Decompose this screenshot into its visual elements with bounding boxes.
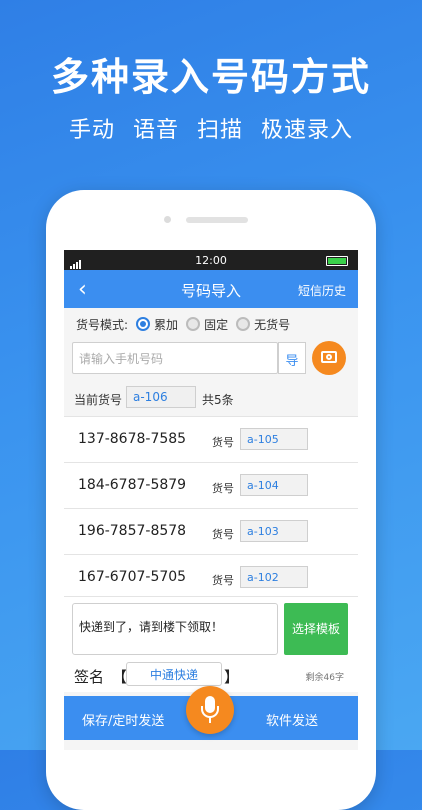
voice-input-button[interactable] [186, 686, 234, 734]
save-schedule-button[interactable]: 保存/定时发送 [82, 710, 164, 729]
list-item[interactable]: 137-8678-7585 货号 a-105 [64, 416, 358, 462]
choose-template-button[interactable]: 选择模板 [284, 603, 348, 655]
sms-history-button[interactable]: 短信历史 [298, 282, 346, 299]
list-item[interactable]: 196-7857-8578 货号 a-103 [64, 508, 358, 554]
message-textarea[interactable]: 快递到了，请到楼下领取！ [72, 603, 278, 655]
software-send-button[interactable]: 软件发送 [266, 710, 318, 729]
current-code-row: 当前货号 a-106 共5条 [74, 386, 354, 410]
phone-number: 184-6787-5879 [78, 477, 187, 493]
mode-option-accumulate[interactable]: 累加 [154, 316, 178, 333]
signature-bracket-open: 【 [112, 668, 128, 686]
mode-selector: 货号模式: 累加 固定 无货号 [76, 314, 290, 334]
list-item[interactable]: 167-6707-5705 货号 a-102 [64, 554, 358, 600]
mode-label: 货号模式: [76, 317, 129, 332]
current-code-field[interactable]: a-106 [126, 386, 196, 408]
microphone-icon-stem [209, 717, 211, 723]
mode-option-fixed[interactable]: 固定 [204, 316, 228, 333]
promo-subtitle: 手动 语音 扫描 极速录入 [69, 118, 353, 143]
code-label: 货号 [212, 574, 234, 587]
current-code-label: 当前货号 [74, 393, 123, 407]
remaining-chars: 剩余46字 [305, 673, 344, 683]
signature-label: 签名 [74, 668, 105, 686]
import-button[interactable]: 导 [278, 342, 306, 374]
app-screen: 12:00 ‹ 号码导入 短信历史 货号模式: 累加 固定 无货号 请输入手机号… [64, 250, 358, 750]
list-item[interactable]: 184-6787-5879 货号 a-104 [64, 462, 358, 508]
code-field[interactable]: a-103 [240, 520, 308, 542]
signature-field[interactable]: 中通快递 [126, 662, 222, 686]
status-bar: 12:00 [64, 250, 358, 270]
code-label: 货号 [212, 482, 234, 495]
phone-number: 196-7857-8578 [78, 523, 187, 539]
code-field[interactable]: a-102 [240, 566, 308, 588]
signature-bracket-close: 】 [224, 668, 240, 686]
radio-none[interactable] [236, 317, 251, 331]
promo-title: 多种录入号码方式 [50, 55, 371, 99]
code-field[interactable]: a-104 [240, 474, 308, 496]
nav-bar: ‹ 号码导入 短信历史 [64, 270, 358, 308]
scan-button[interactable] [312, 341, 346, 375]
phone-number: 137-8678-7585 [78, 431, 187, 447]
radio-fixed[interactable] [186, 317, 201, 331]
status-time: 12:00 [195, 254, 227, 267]
earpiece-speaker [186, 217, 248, 223]
code-field[interactable]: a-105 [240, 428, 308, 450]
compose-area: 快递到了，请到楼下领取！ 选择模板 [64, 596, 358, 659]
phone-number: 167-6707-5705 [78, 569, 187, 585]
phone-number-input[interactable]: 请输入手机号码 [72, 342, 278, 374]
mode-option-none[interactable]: 无货号 [254, 316, 290, 333]
radio-accumulate[interactable] [136, 317, 151, 331]
number-list: 137-8678-7585 货号 a-105 184-6787-5879 货号 … [64, 416, 358, 600]
total-count: 共5条 [202, 393, 234, 407]
battery-icon [326, 256, 348, 266]
code-label: 货号 [212, 528, 234, 541]
code-label: 货号 [212, 436, 234, 449]
front-camera [164, 216, 171, 223]
camera-icon [321, 351, 337, 363]
